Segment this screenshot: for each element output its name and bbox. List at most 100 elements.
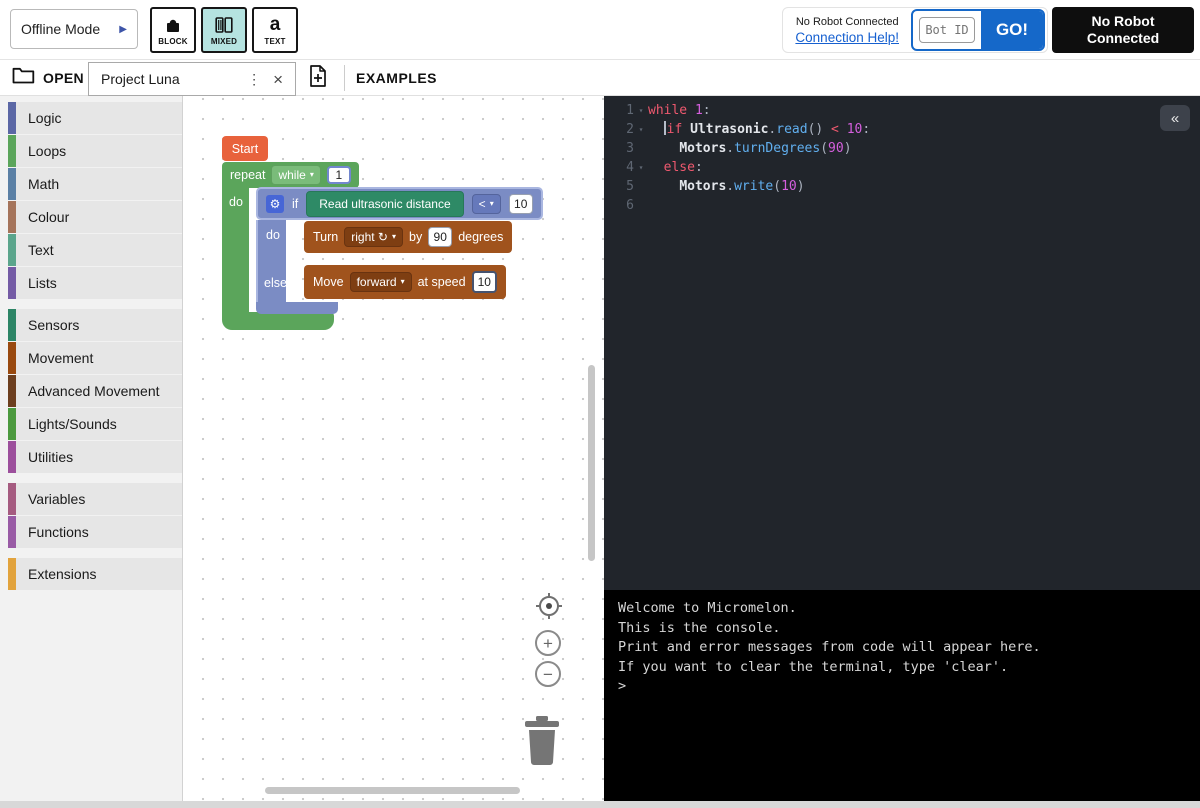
tab-close-icon[interactable]: × [273, 71, 283, 88]
zoom-out-button[interactable]: − [535, 661, 561, 687]
bot-id-input[interactable] [919, 17, 975, 43]
code-text: Motors.write(10) [648, 177, 805, 196]
open-button[interactable]: OPEN [12, 60, 84, 95]
line-number: 6 [604, 196, 634, 215]
fold-arrow-icon[interactable]: ▾ [634, 101, 648, 120]
move-speed-input[interactable]: 10 [472, 271, 497, 293]
move-label: Move [313, 275, 344, 289]
palette-category-movement[interactable]: Movement [8, 342, 182, 374]
comparison-value-input[interactable]: 10 [509, 194, 533, 214]
category-color-bar [8, 342, 16, 374]
examples-button[interactable]: EXAMPLES [356, 60, 437, 95]
line-number: 3 [604, 139, 634, 158]
code-line: 6 [604, 196, 1200, 215]
turn-direction-dropdown[interactable]: right ↻ ▾ [344, 227, 403, 247]
collapse-editor-button[interactable]: « [1160, 105, 1190, 131]
chevron-down-icon: ▾ [392, 233, 396, 241]
connection-mode-select[interactable]: Offline Mode ▶ [10, 9, 138, 49]
view-block-label: BLOCK [158, 37, 187, 46]
category-label: Extensions [28, 566, 96, 582]
code-text: Motors.turnDegrees(90) [648, 139, 852, 158]
comparison-operator-dropdown[interactable]: < ▾ [472, 194, 501, 214]
trash-can[interactable] [522, 716, 562, 771]
view-mode-buttons: BLOCK MIXED a TEXT [150, 7, 298, 53]
palette-category-lights-sounds[interactable]: Lights/Sounds [8, 408, 182, 440]
view-block-button[interactable]: BLOCK [150, 7, 196, 53]
code-token: if [667, 122, 683, 137]
code-line: 4▾ else: [604, 158, 1200, 177]
line-number: 1 [604, 101, 634, 120]
palette-category-variables[interactable]: Variables [8, 483, 182, 515]
robot-status-box: No Robot Connected [1052, 7, 1194, 53]
code-token [648, 122, 664, 137]
fold-arrow-icon[interactable]: ▾ [634, 158, 648, 177]
fold-arrow-icon[interactable]: ▾ [634, 120, 648, 139]
code-token: ) [797, 179, 805, 194]
palette-category-advanced-movement[interactable]: Advanced Movement [8, 375, 182, 407]
repeat-while-block[interactable]: repeat while ▾ 1 [222, 162, 359, 188]
repeat-do-label: do [229, 195, 243, 209]
palette-category-text[interactable]: Text [8, 234, 182, 266]
code-token: ) [844, 141, 852, 156]
palette-category-utilities[interactable]: Utilities [8, 441, 182, 473]
tabbar-divider [344, 65, 345, 91]
loop-count-input[interactable]: 1 [327, 166, 351, 184]
code-token: Motors [679, 179, 726, 194]
text-a-icon: a [270, 15, 281, 35]
line-number: 5 [604, 177, 634, 196]
palette-category-extensions[interactable]: Extensions [8, 558, 182, 590]
code-text: while 1: [648, 101, 711, 120]
palette-category-functions[interactable]: Functions [8, 516, 182, 548]
workspace-horizontal-scrollbar[interactable] [265, 787, 520, 794]
connection-help-link[interactable]: Connection Help! [795, 30, 899, 45]
split-panels-icon [214, 15, 234, 35]
block-workspace[interactable]: Start repeat while ▾ 1 do ⚙ if Read ultr… [184, 96, 604, 801]
repeat-label: repeat [230, 168, 265, 182]
fold-gutter [634, 177, 648, 196]
category-color-bar [8, 234, 16, 266]
palette-group: LogicLoopsMathColourTextLists [8, 102, 182, 299]
code-token: . [726, 141, 734, 156]
if-else-label: else [264, 276, 287, 290]
category-color-bar [8, 375, 16, 407]
start-block[interactable]: Start [222, 136, 268, 161]
tab-title: Project Luna [101, 71, 247, 87]
loop-mode-dropdown[interactable]: while ▾ [271, 165, 320, 185]
new-tab-button[interactable] [302, 64, 334, 92]
connection-help-area: No Robot Connected Connection Help! [795, 16, 899, 45]
go-button[interactable]: GO! [981, 9, 1043, 51]
puzzle-icon [163, 15, 183, 35]
turn-degrees-input[interactable]: 90 [428, 227, 452, 247]
zoom-reset-button[interactable] [534, 591, 564, 626]
move-block[interactable]: Move forward ▾ at speed 10 [304, 265, 506, 299]
palette-group: VariablesFunctions [8, 483, 182, 548]
code-token [648, 160, 664, 175]
code-token [682, 122, 690, 137]
code-editor[interactable]: 1▾while 1:2▾ if Ultrasonic.read() < 10:3… [604, 96, 1200, 590]
code-line: 5 Motors.write(10) [604, 177, 1200, 196]
code-token: while [648, 103, 687, 118]
move-direction-dropdown[interactable]: forward ▾ [350, 272, 412, 292]
zoom-in-button[interactable]: + [535, 630, 561, 656]
palette-category-lists[interactable]: Lists [8, 267, 182, 299]
tab-menu-kebab-icon[interactable]: ⋮ [247, 71, 261, 88]
workspace-vertical-scrollbar[interactable] [588, 365, 595, 561]
tab-project-luna[interactable]: Project Luna ⋮ × [88, 62, 296, 96]
mutator-gear-icon[interactable]: ⚙ [266, 195, 284, 213]
console[interactable]: Welcome to Micromelon.This is the consol… [604, 590, 1200, 801]
view-text-button[interactable]: a TEXT [252, 7, 298, 53]
code-token: : [862, 122, 870, 137]
view-mixed-button[interactable]: MIXED [201, 7, 247, 53]
read-ultrasonic-block[interactable]: Read ultrasonic distance [306, 191, 463, 217]
if-do-label: do [266, 228, 280, 242]
palette-category-logic[interactable]: Logic [8, 102, 182, 134]
chevron-down-icon: ▾ [401, 278, 405, 286]
palette-category-loops[interactable]: Loops [8, 135, 182, 167]
palette-category-sensors[interactable]: Sensors [8, 309, 182, 341]
category-color-bar [8, 441, 16, 473]
palette-category-colour[interactable]: Colour [8, 201, 182, 233]
turn-block[interactable]: Turn right ↻ ▾ by 90 degrees [304, 221, 512, 253]
console-output: Welcome to Micromelon.This is the consol… [618, 599, 1186, 677]
if-block[interactable]: ⚙ if Read ultrasonic distance < ▾ 10 [256, 187, 543, 220]
palette-category-math[interactable]: Math [8, 168, 182, 200]
